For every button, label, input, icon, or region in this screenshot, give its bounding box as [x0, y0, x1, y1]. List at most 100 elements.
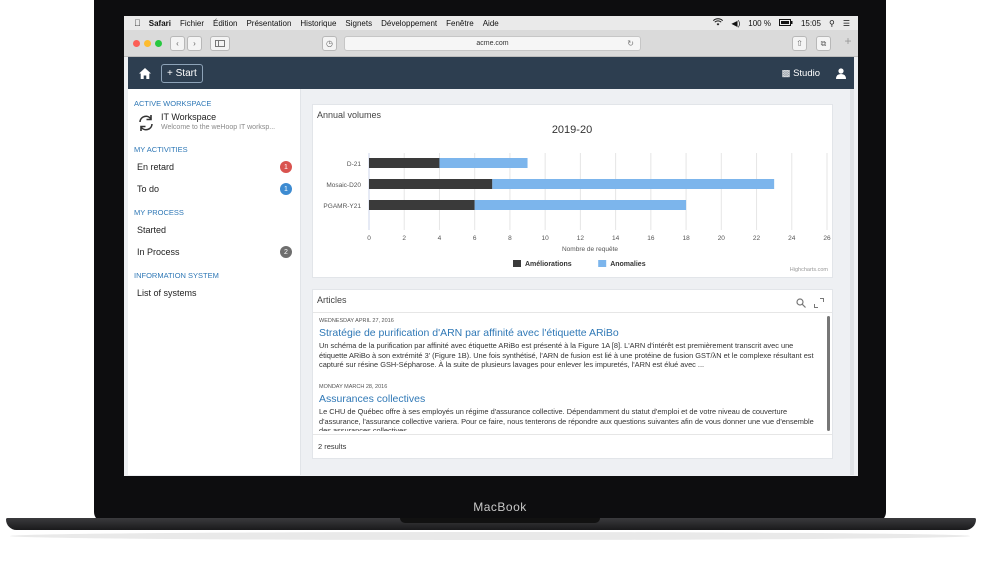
- sidebar-item-label: En retard: [137, 162, 175, 172]
- legend-swatch: [598, 260, 607, 267]
- volume-icon[interactable]: ◀): [731, 19, 740, 28]
- apple-icon[interactable]: : [134, 18, 141, 28]
- x-tick-label: 24: [788, 235, 796, 242]
- bar: [369, 158, 440, 168]
- x-axis-title: Nombre de requête: [562, 246, 618, 253]
- menu-item-historique[interactable]: Historique: [300, 19, 336, 28]
- new-tab-button[interactable]: +: [838, 34, 858, 52]
- section-my-activities: MY ACTIVITIES: [134, 145, 188, 154]
- x-tick-label: 14: [612, 235, 620, 242]
- close-window-button[interactable]: [133, 39, 140, 47]
- article-item[interactable]: WEDNESDAY APRIL 27, 2016 Stratégie de pu…: [319, 318, 823, 370]
- legend-swatch: [513, 260, 521, 267]
- workspace-subtitle: Welcome to the weHoop IT worksp...: [161, 124, 276, 131]
- share-button[interactable]: ⇧: [792, 36, 807, 51]
- chart-icon: ▩: [781, 67, 791, 79]
- x-tick-label: 6: [473, 235, 477, 242]
- user-icon[interactable]: [834, 67, 848, 79]
- x-tick-label: 8: [508, 235, 512, 242]
- clock-icon: ◷: [326, 39, 333, 48]
- history-button[interactable]: ◷: [322, 36, 337, 51]
- article-body: Le CHU de Québec offre à ses employés un…: [319, 407, 814, 431]
- menu-item-presentation[interactable]: Présentation: [246, 19, 291, 28]
- sidebar-toggle-button[interactable]: [210, 35, 230, 51]
- x-tick-label: 2: [402, 235, 406, 242]
- clock[interactable]: 15:05: [801, 19, 821, 28]
- menu-app-name[interactable]: Safari: [149, 19, 171, 28]
- main-content: Annual volumes 2019-20 0 2 4 6 8 10 12 14 16 18 20 2…: [301, 89, 854, 475]
- bar: [369, 200, 475, 210]
- battery-icon[interactable]: [778, 18, 793, 28]
- bar: [369, 179, 493, 189]
- workspace-switcher[interactable]: IT Workspace Welcome to the weHoop IT wo…: [136, 112, 300, 133]
- sidebar: ACTIVE WORKSPACE IT Workspace Welcome to…: [128, 89, 301, 475]
- article-title[interactable]: Assurances collectives: [319, 393, 823, 405]
- menu-item-fichier[interactable]: Fichier: [180, 19, 204, 28]
- menu-item-fenetre[interactable]: Fenêtre: [446, 19, 474, 28]
- workspace-title: IT Workspace: [161, 112, 217, 122]
- x-tick-label: 12: [577, 235, 585, 242]
- forward-button[interactable]: ›: [187, 35, 202, 51]
- legend-label[interactable]: Anomalies: [610, 261, 646, 268]
- divider: [313, 434, 832, 435]
- macos-menubar:  Safari Fichier Édition Présentation Hi…: [124, 16, 858, 30]
- share-icon: ⇧: [796, 39, 803, 48]
- sidebar-item-started[interactable]: Started: [137, 219, 292, 241]
- menu-item-developpement[interactable]: Développement: [381, 19, 437, 28]
- device-label: MacBook: [473, 500, 527, 514]
- sidebar-item-label: To do: [137, 184, 160, 194]
- sidebar-item-en-retard[interactable]: En retard 1: [137, 156, 292, 178]
- minimize-window-button[interactable]: [144, 39, 151, 47]
- bar: [492, 179, 775, 189]
- highcharts-credit[interactable]: Highcharts.com: [790, 267, 828, 273]
- x-tick-label: 22: [753, 235, 761, 242]
- laptop-notch: [400, 518, 600, 523]
- reload-icon[interactable]: ↻: [627, 37, 634, 50]
- studio-label: Studio: [793, 67, 820, 79]
- menu-item-edition[interactable]: Édition: [213, 19, 237, 28]
- sidebar-item-in-process[interactable]: In Process 2: [137, 241, 292, 263]
- zoom-window-button[interactable]: [155, 39, 162, 47]
- address-bar[interactable]: acme.com ↻: [344, 36, 641, 51]
- x-tick-label: 18: [682, 235, 690, 242]
- article-body: Un schéma de la purification par affinit…: [319, 341, 814, 370]
- spotlight-icon[interactable]: ⚲: [829, 19, 835, 28]
- bar: [474, 200, 687, 210]
- wifi-icon[interactable]: [713, 18, 724, 28]
- article-date: WEDNESDAY APRIL 27, 2016: [319, 318, 394, 324]
- sync-icon: [139, 115, 153, 131]
- menu-item-signets[interactable]: Signets: [345, 19, 372, 28]
- sidebar-item-label: In Process: [137, 247, 180, 257]
- section-active-workspace: ACTIVE WORKSPACE: [134, 99, 212, 108]
- expand-icon[interactable]: [814, 295, 824, 313]
- chevron-left-icon: ‹: [176, 38, 179, 48]
- article-date: MONDAY MARCH 28, 2016: [319, 384, 388, 390]
- app-header: + Start ▩ Studio: [128, 57, 854, 89]
- articles-scrollbar[interactable]: [827, 316, 830, 431]
- x-tick-label: 10: [542, 235, 550, 242]
- page-scrollbar[interactable]: [850, 89, 854, 475]
- tabs-button[interactable]: ⧉: [816, 36, 831, 51]
- home-icon[interactable]: [137, 65, 153, 81]
- url-text: acme.com: [476, 40, 509, 47]
- search-icon[interactable]: [796, 295, 806, 313]
- bar: [439, 158, 528, 168]
- section-my-process: MY PROCESS: [134, 208, 184, 217]
- articles-header: Articles: [313, 290, 832, 313]
- back-button[interactable]: ‹: [170, 35, 185, 51]
- sidebar-item-list-of-systems[interactable]: List of systems: [137, 282, 292, 304]
- y-category-label: D-21: [347, 161, 361, 168]
- annual-volumes-card: Annual volumes 2019-20 0 2 4 6 8 10 12 14 16 18 20 2…: [312, 104, 833, 278]
- studio-link[interactable]: ▩ Studio: [781, 68, 820, 79]
- notification-center-icon[interactable]: ☰: [843, 19, 850, 28]
- battery-percent: 100 %: [748, 18, 771, 28]
- bar-chart: 2019-200 2 4 6 8 10 12 14 16 18 20 22 24 26D-21Mosaic…: [323, 124, 831, 268]
- legend-label[interactable]: Améliorations: [525, 261, 572, 268]
- article-item[interactable]: MONDAY MARCH 28, 2016 Assurances collect…: [319, 384, 823, 431]
- start-button[interactable]: + Start: [161, 63, 203, 83]
- article-title[interactable]: Stratégie de purification d'ARN par affi…: [319, 327, 823, 339]
- y-category-label: Mosaic-D20: [326, 182, 361, 189]
- menu-item-aide[interactable]: Aide: [483, 19, 499, 28]
- sidebar-item-to-do[interactable]: To do 1: [137, 178, 292, 200]
- x-tick-label: 4: [438, 235, 442, 242]
